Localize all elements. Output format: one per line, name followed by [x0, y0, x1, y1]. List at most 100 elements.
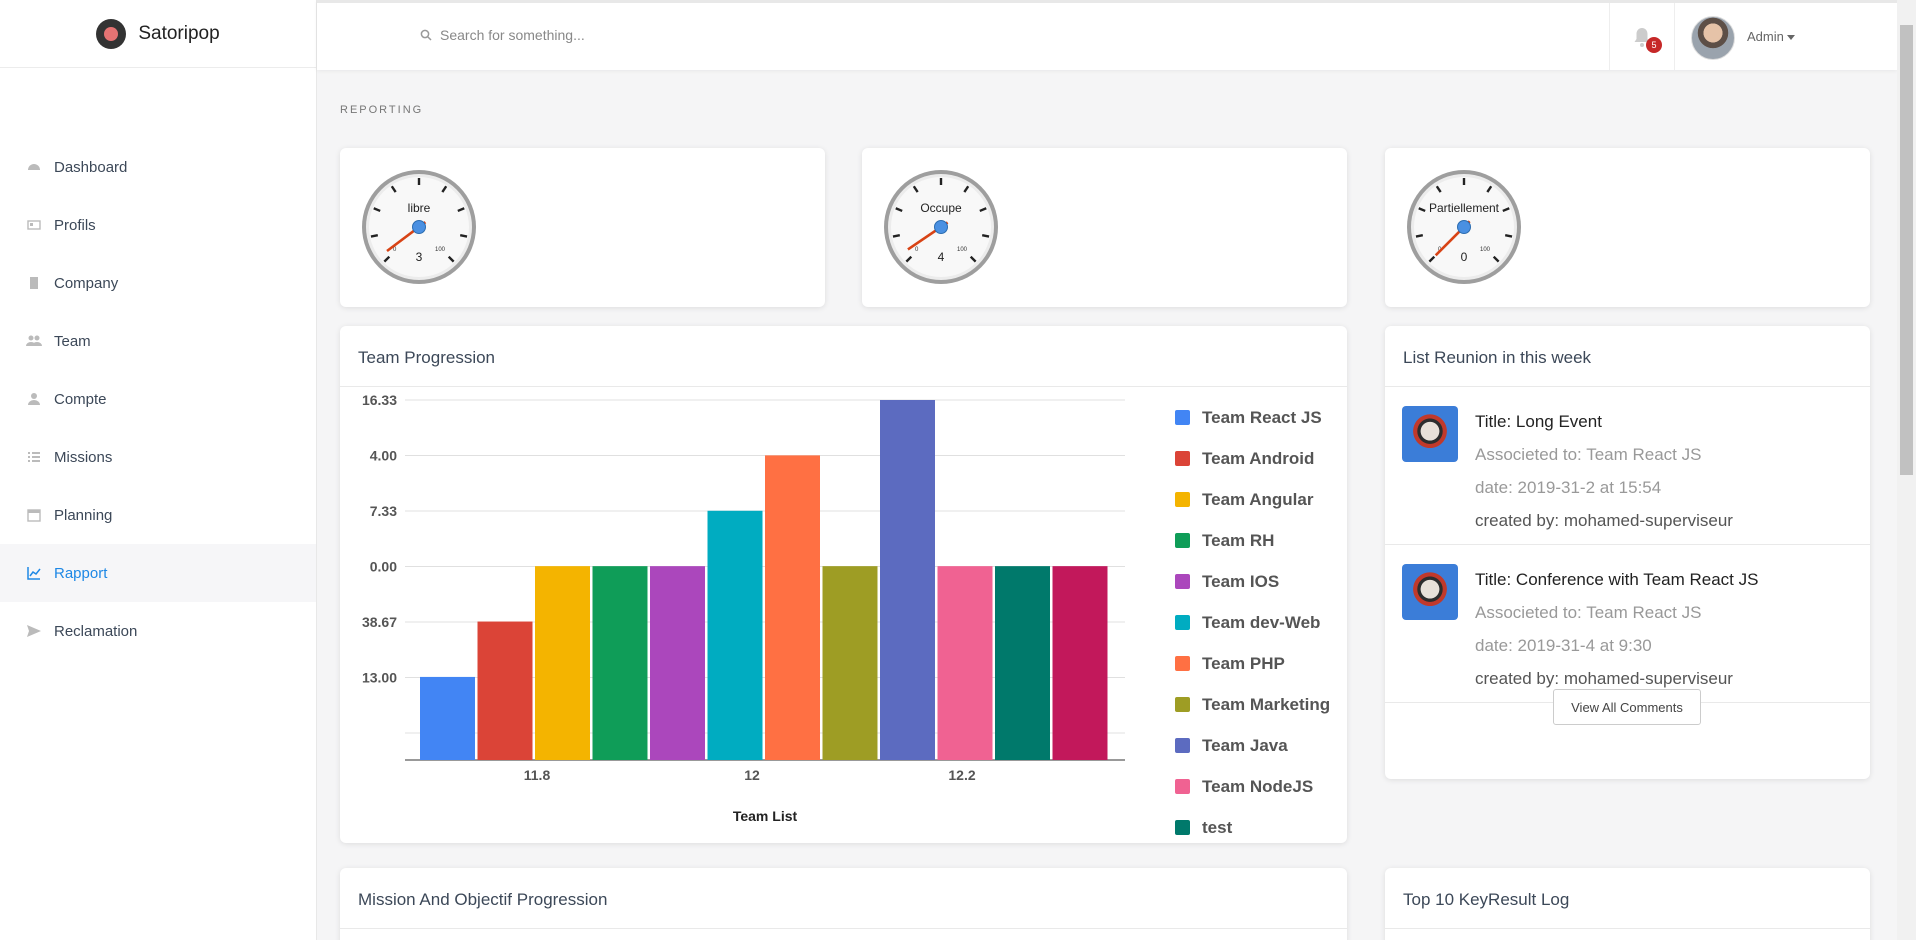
sidebar-item-label: Reclamation	[54, 622, 138, 640]
bar-team-java[interactable]	[880, 400, 935, 760]
y-tick-label: 7.33	[370, 503, 397, 519]
legend-item[interactable]: Team IOS	[1175, 561, 1330, 602]
dashboard-icon	[26, 159, 42, 175]
reunion-date: date: 2019-31-4 at 9:30	[1475, 636, 1652, 655]
gauge-value: 4	[938, 250, 945, 264]
gauge-label: Partiellement	[1429, 201, 1500, 215]
reunion-title: List Reunion in this week	[1385, 326, 1870, 387]
user-avatar[interactable]	[1691, 16, 1735, 60]
reunion-card: List Reunion in this week Title: Long Ev…	[1385, 326, 1870, 779]
id-card-icon	[26, 217, 42, 233]
sidebar-item-profils[interactable]: Profils	[0, 196, 316, 254]
sidebar-item-label: Profils	[54, 216, 96, 234]
brand-name: Satoripop	[138, 22, 220, 44]
gauge-scale-max: 100	[957, 247, 968, 253]
sidebar-item-company[interactable]: Company	[0, 254, 316, 312]
gauge-value: 3	[416, 250, 423, 264]
legend-swatch	[1175, 656, 1190, 671]
x-tick-label: 11.8	[524, 767, 551, 783]
search-bar[interactable]: Search for something...	[420, 27, 585, 43]
bar-team-php[interactable]	[765, 455, 820, 760]
team-progression-title: Team Progression	[340, 326, 1347, 387]
user-menu[interactable]: Admin	[1747, 29, 1795, 44]
user-icon	[26, 391, 42, 407]
bar-team-dev-web[interactable]	[707, 510, 763, 760]
chart-legend: Team React JS Team Android Team Angular Tea…	[1175, 397, 1330, 848]
sidebar-item-planning[interactable]: Planning	[0, 486, 316, 544]
y-tick-label: 13.00	[362, 670, 397, 686]
legend-item[interactable]: Team PHP	[1175, 643, 1330, 684]
gauge-partiellement: Partiellement00100	[1407, 170, 1521, 284]
legend-swatch	[1175, 820, 1190, 835]
gauge-label: Occupe	[920, 201, 962, 215]
sidebar-item-label: Dashboard	[54, 158, 128, 176]
sidebar-item-label: Missions	[54, 448, 113, 466]
sidebar-item-rapport[interactable]: Rapport	[0, 544, 316, 602]
reunion-details: Title: Long Event Associeted to: Team Rea…	[1475, 405, 1733, 537]
sidebar-item-label: Rapport	[54, 564, 108, 582]
sidebar-item-reclamation[interactable]: Reclamation	[0, 602, 316, 660]
bar-team-android[interactable]	[477, 621, 533, 760]
gauge-card-partiellement: Partiellement00100	[1385, 148, 1870, 307]
gauge-card-libre: libre 3 0 100	[340, 148, 825, 307]
legend-item[interactable]: Team NodeJS	[1175, 766, 1330, 807]
gauge-hub	[412, 220, 426, 234]
gauge-tick	[459, 234, 468, 238]
sidebar-item-compte[interactable]: Compte	[0, 370, 316, 428]
building-icon	[26, 275, 42, 291]
list-icon	[26, 449, 42, 465]
legend-label: Team PHP	[1202, 653, 1285, 673]
reunion-created-by: created by: mohamed-superviseur	[1475, 511, 1733, 530]
sidebar-item-dashboard[interactable]: Dashboard	[0, 138, 316, 196]
legend-swatch	[1175, 533, 1190, 548]
bar-team-react-js[interactable]	[420, 676, 475, 760]
bar-team-ios[interactable]	[650, 566, 705, 760]
legend-label: Team Marketing	[1202, 694, 1331, 714]
legend-item[interactable]: Team Java	[1175, 725, 1330, 766]
legend-label: Team Angular	[1202, 489, 1314, 509]
sidebar-item-missions[interactable]: Missions	[0, 428, 316, 486]
bar-test[interactable]	[995, 566, 1050, 760]
legend-item[interactable]: Team React JS	[1175, 397, 1330, 438]
bar-team-rh[interactable]	[592, 566, 648, 760]
legend-swatch	[1175, 738, 1190, 753]
legend-item[interactable]: Team Marketing	[1175, 684, 1330, 725]
search-input[interactable]: Search for something...	[440, 27, 585, 43]
legend-item[interactable]: Team Android	[1175, 438, 1330, 479]
x-tick-label: 12	[744, 767, 760, 783]
gauge-scale-max: 100	[1480, 247, 1491, 253]
sidebar-item-team[interactable]: Team	[0, 312, 316, 370]
legend-item[interactable]: Team dev-Web	[1175, 602, 1330, 643]
sidebar-item-label: Planning	[54, 506, 113, 524]
legend-item[interactable]: Team RH	[1175, 520, 1330, 561]
gauge-tick	[892, 234, 901, 238]
bar-team-nodejs[interactable]	[937, 566, 993, 760]
topbar: Search for something... 5 Admin	[317, 0, 1897, 70]
gauge-tick	[981, 234, 990, 238]
legend-item[interactable]: Team Angular	[1175, 479, 1330, 520]
gauge-label: libre	[408, 201, 431, 215]
reunion-details: Title: Conference with Team React JS Asso…	[1475, 563, 1758, 695]
mission-progression-title: Mission And Objectif Progression	[340, 868, 1347, 929]
bar-team-marketing[interactable]	[822, 566, 878, 760]
brand[interactable]: Satoripop	[0, 0, 316, 68]
x-tick-label: 12.2	[948, 767, 975, 783]
legend-item[interactable]: test	[1175, 807, 1330, 848]
reunion-date: date: 2019-31-2 at 15:54	[1475, 478, 1662, 497]
scrollbar-thumb[interactable]	[1900, 25, 1913, 475]
users-icon	[26, 333, 42, 349]
legend-label: Team NodeJS	[1202, 776, 1314, 796]
bar-team-angular[interactable]	[535, 566, 590, 760]
sidebar-item-label: Team	[54, 332, 91, 350]
view-all-comments-button[interactable]: View All Comments	[1553, 689, 1701, 725]
gauge-tick	[1415, 234, 1424, 238]
sidebar: Satoripop Dashboard Profils Company Team Com…	[0, 0, 317, 940]
notifications-button[interactable]: 5	[1609, 3, 1675, 70]
calendar-icon	[26, 507, 42, 523]
legend-label: Team IOS	[1202, 571, 1280, 591]
y-tick-label: 38.67	[362, 614, 397, 630]
reunion-item[interactable]: Title: Long Event Associeted to: Team Rea…	[1385, 387, 1870, 545]
reunion-item[interactable]: Title: Conference with Team React JS Asso…	[1385, 545, 1870, 703]
bar-unnamed[interactable]	[1052, 566, 1108, 760]
legend-label: Team React JS	[1202, 407, 1322, 427]
